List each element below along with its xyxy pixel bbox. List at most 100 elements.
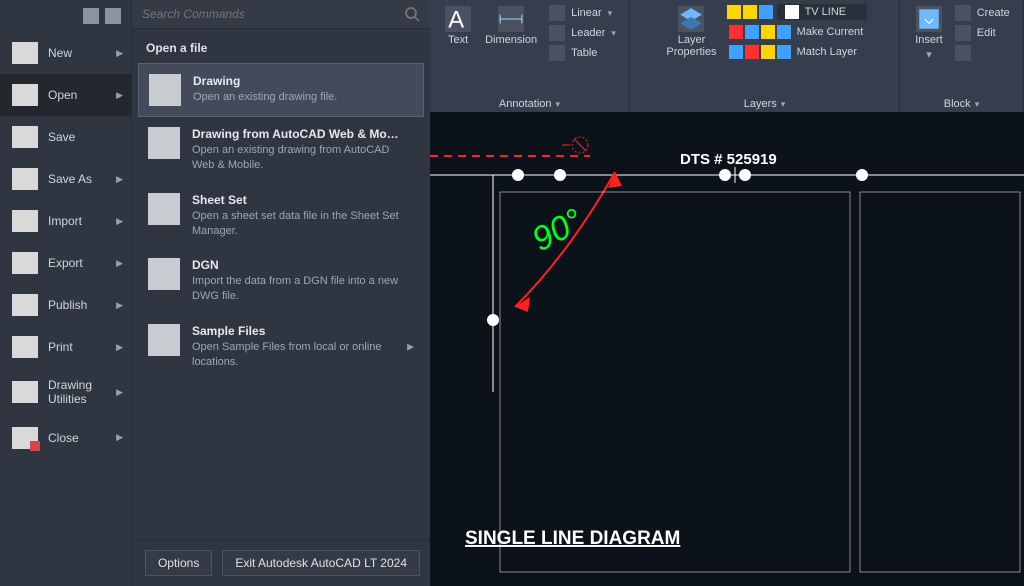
create-button[interactable]: Create (953, 4, 1012, 22)
menu-publish[interactable]: Publish▶ (0, 284, 131, 326)
menu-item-label: Export (48, 256, 83, 270)
layer-state-icons[interactable] (727, 5, 773, 19)
file-icon (12, 126, 38, 148)
insert-icon (916, 6, 942, 32)
match-layer-button[interactable]: Match Layer (727, 44, 867, 60)
menu-open[interactable]: Open▶ (0, 74, 131, 116)
table-icon (549, 45, 565, 61)
linear-icon (549, 5, 565, 21)
exit-button[interactable]: Exit Autodesk AutoCAD LT 2024 (222, 550, 420, 576)
ribbon: A Text Dimension Linear▾ Leader▾ Table A… (430, 0, 1024, 112)
open-file-list: DrawingOpen an existing drawing file.Dra… (132, 63, 430, 539)
app-menu-left: New▶Open▶SaveSave As▶Import▶Export▶Publi… (0, 0, 132, 586)
menu-export[interactable]: Export▶ (0, 242, 131, 284)
block-extra-button[interactable] (953, 44, 973, 62)
open-option-desc: Open a sheet set data file in the Sheet … (192, 209, 414, 239)
menu-import[interactable]: Import▶ (0, 200, 131, 242)
insert-button[interactable]: Insert ▾ (911, 4, 947, 63)
layer-tool-icon (745, 45, 759, 59)
layer-properties-button[interactable]: Layer Properties (662, 4, 720, 60)
sun-icon (743, 5, 757, 19)
search-bar (132, 0, 430, 29)
menu-item-label: Save As (48, 172, 92, 186)
menu-item-label: Publish (48, 298, 87, 312)
bottom-bar: Options Exit Autodesk AutoCAD LT 2024 (132, 539, 430, 586)
linear-button[interactable]: Linear▾ (547, 4, 614, 22)
angle-text: 90° (526, 201, 589, 259)
file-icon (12, 381, 38, 403)
open-option-drawing[interactable]: Drawing Open an existing drawing file. (138, 63, 424, 117)
menu-item-label: Print (48, 340, 73, 354)
table-button[interactable]: Table (547, 44, 599, 62)
create-label: Create (977, 7, 1010, 19)
menu-save-as[interactable]: Save As▶ (0, 158, 131, 200)
edit-icon (955, 25, 971, 41)
match-layer-label: Match Layer (797, 46, 858, 58)
open-option-sheet-set[interactable]: Sheet SetOpen a sheet set data file in t… (138, 183, 424, 249)
chevron-down-icon: ▾ (926, 48, 932, 61)
chevron-down-icon: ▾ (975, 99, 980, 110)
application-menu: New▶Open▶SaveSave As▶Import▶Export▶Publi… (0, 0, 430, 586)
panel-title-block[interactable]: Block▾ (944, 98, 979, 110)
chevron-down-icon: ▾ (556, 99, 561, 110)
edit-button[interactable]: Edit (953, 24, 998, 42)
search-input[interactable] (142, 7, 404, 21)
open-option-desc: Open Sample Files from local or online l… (192, 340, 414, 370)
open-option-desc: Open an existing drawing from AutoCAD We… (192, 143, 414, 173)
chevron-right-icon: ▶ (116, 432, 123, 443)
dimension-icon (498, 6, 524, 32)
make-current-button[interactable]: Make Current (727, 24, 867, 40)
open-option-sample-files[interactable]: Sample FilesOpen Sample Files from local… (138, 314, 424, 380)
menu-save[interactable]: Save (0, 116, 131, 158)
diagram-title: SINGLE LINE DIAGRAM (465, 528, 680, 549)
options-button[interactable]: Options (145, 550, 212, 576)
open-option-title: Drawing from AutoCAD Web & Mo… (192, 127, 414, 141)
layer-color-swatch (785, 5, 799, 19)
dimension-button[interactable]: Dimension (481, 4, 541, 48)
file-type-icon (148, 127, 180, 159)
search-icon[interactable] (404, 6, 420, 22)
menu-item-label: Open (48, 88, 77, 102)
linear-label: Linear (571, 7, 602, 19)
layer-tool-icon (729, 25, 743, 39)
text-button[interactable]: A Text (441, 4, 475, 48)
file-icon (12, 252, 38, 274)
drawing-canvas[interactable]: 90° DTS # 525919 SINGLE LINE DIAGRAM (430, 112, 1024, 586)
chevron-down-icon: ▾ (611, 28, 616, 39)
lock-icon (759, 5, 773, 19)
svg-text:A: A (448, 7, 464, 32)
menu-item-label: Save (48, 130, 75, 144)
panel-block: Insert ▾ Create Edit Block▾ (900, 0, 1024, 112)
file-type-icon (148, 193, 180, 225)
menu-item-label: New (48, 46, 72, 60)
layer-tool-icon (761, 45, 775, 59)
menu-close[interactable]: Close▶ (0, 417, 131, 459)
table-label: Table (571, 47, 597, 59)
open-option-drawing-from-autocad-web-mo-[interactable]: Drawing from AutoCAD Web & Mo… Open an ex… (138, 117, 424, 183)
make-current-label: Make Current (797, 26, 864, 38)
panel-title-layers[interactable]: Layers▾ (744, 98, 786, 110)
menu-new[interactable]: New▶ (0, 32, 131, 74)
file-icon (12, 210, 38, 232)
device-symbol (562, 137, 588, 153)
recent-documents-icon[interactable] (83, 8, 99, 24)
menu-print[interactable]: Print▶ (0, 326, 131, 368)
open-documents-icon[interactable] (105, 8, 121, 24)
file-icon (12, 294, 38, 316)
open-option-title: DGN (192, 258, 414, 272)
current-layer-dropdown[interactable]: TV LINE (777, 4, 867, 20)
open-option-desc: Open an existing drawing file. (193, 90, 337, 105)
open-option-dgn[interactable]: DGNImport the data from a DGN file into … (138, 248, 424, 314)
panel-title-annotation[interactable]: Annotation▾ (499, 98, 560, 110)
leader-button[interactable]: Leader▾ (547, 24, 618, 42)
layer-tool-icon (745, 25, 759, 39)
panel-layers: Layer Properties TV LINE Make Current Ma… (630, 0, 900, 112)
open-section-title: Open a file (132, 29, 430, 63)
menu-drawing[interactable]: Drawing Utilities▶ (0, 368, 131, 417)
layer-tool-icon (777, 25, 791, 39)
file-icon (12, 427, 38, 449)
panel-annotation: A Text Dimension Linear▾ Leader▾ Table A… (430, 0, 630, 112)
open-option-title: Drawing (193, 74, 337, 88)
leader-icon (549, 25, 565, 41)
text-label: Text (448, 34, 468, 46)
